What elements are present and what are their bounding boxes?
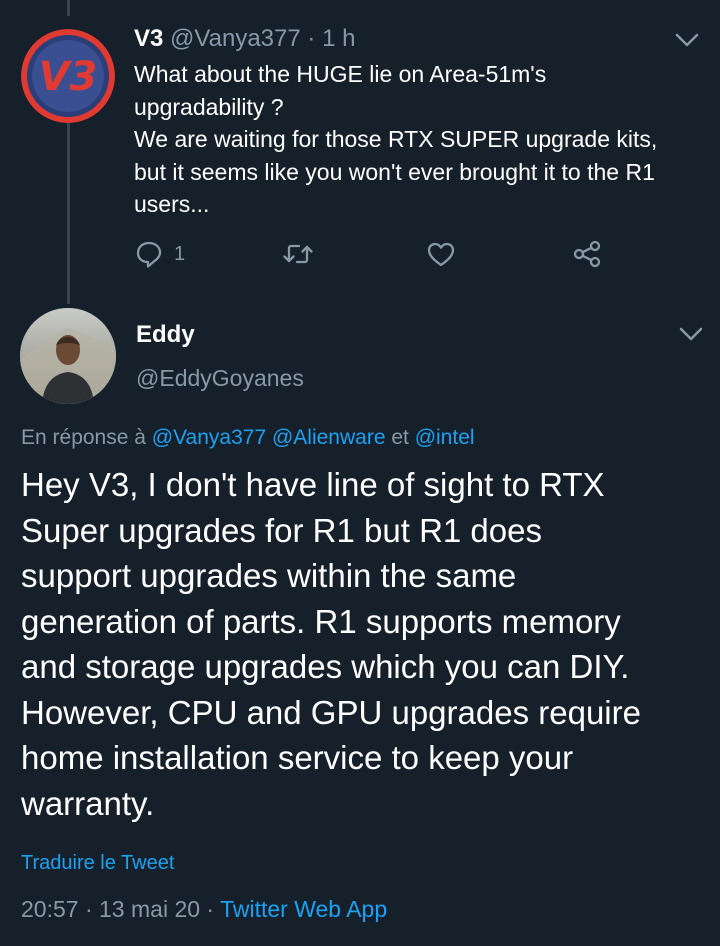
avatar[interactable]: V3 xyxy=(21,29,115,123)
tweet-text-line: warranty. xyxy=(21,784,155,822)
replying-to: En réponse à @Vanya377 @Alienware et @in… xyxy=(21,424,475,452)
tweet-source-link[interactable]: Twitter Web App xyxy=(220,896,387,922)
avatar[interactable] xyxy=(20,308,116,404)
reply-button[interactable]: 1 xyxy=(134,234,185,274)
tweet-text-line: We are waiting for those RTX SUPER upgra… xyxy=(134,126,658,152)
tweet-text-line: home installation service to keep your xyxy=(21,739,574,776)
tweet-menu-button[interactable] xyxy=(674,32,700,48)
tweet-text-line: Super upgrades for R1 but R1 does xyxy=(21,511,542,549)
tweet-text-line: but it seems like you won't ever brought… xyxy=(134,158,655,185)
replying-prefix: En réponse à xyxy=(21,426,146,449)
tweet-text-line: support upgrades within the same xyxy=(21,557,517,594)
tweet-date[interactable]: 13 mai 20 xyxy=(99,896,200,922)
heart-icon xyxy=(427,242,455,267)
profile-photo xyxy=(20,308,116,404)
tweet-header: V3 @Vanya377 · 1 h xyxy=(134,24,355,54)
display-name[interactable]: Eddy xyxy=(136,320,195,350)
conjunction: et xyxy=(391,426,409,449)
tweet-text: Hey V3, I don't have line of sight to RT… xyxy=(21,462,701,826)
tweet-text-line: Hey V3, I don't have line of sight to RT… xyxy=(21,466,605,503)
tweet-time[interactable]: 20:57 xyxy=(21,896,79,922)
tweet-text-line: users... xyxy=(134,191,210,217)
tweet-text-line: and storage upgrades which you can DIY. xyxy=(21,648,630,685)
mention-link[interactable]: @intel xyxy=(415,426,475,449)
like-button[interactable] xyxy=(426,234,456,274)
separator: · xyxy=(206,896,215,922)
tweet-text-line: upgradability ? xyxy=(134,93,284,120)
tweet-text-line: generation of parts. R1 supports memory xyxy=(21,602,621,640)
chevron-down-icon xyxy=(679,327,703,341)
mention-link[interactable]: @Alienware xyxy=(272,426,386,449)
tweet-text-line: However, CPU and GPU upgrades require xyxy=(21,693,641,731)
retweet-icon xyxy=(283,244,313,264)
display-name[interactable]: V3 xyxy=(134,25,163,52)
v3-logo-icon: V3 xyxy=(21,29,115,123)
reply-icon xyxy=(136,241,162,268)
separator: · xyxy=(84,896,93,922)
reply-count: 1 xyxy=(174,242,186,265)
translate-tweet-link[interactable]: Traduire le Tweet xyxy=(21,850,174,876)
timestamp[interactable]: 1 h xyxy=(322,25,355,52)
share-button[interactable] xyxy=(572,234,602,274)
separator: · xyxy=(307,25,316,52)
tweet-meta: 20:57 · 13 mai 20 · Twitter Web App xyxy=(21,893,387,925)
svg-text:V3: V3 xyxy=(39,54,98,100)
tweet-text-line: What about the HUGE lie on Area-51m's xyxy=(134,61,547,87)
tweet-text: What about the HUGE lie on Area-51m's up… xyxy=(134,58,694,221)
tweet-actions: 1 xyxy=(0,234,720,274)
retweet-button[interactable] xyxy=(282,234,314,274)
reply-tweet[interactable]: V3 V3 @Vanya377 · 1 h What about the HUG… xyxy=(0,0,720,300)
mention-link[interactable]: @Vanya377 xyxy=(152,426,266,449)
username[interactable]: @Vanya377 xyxy=(170,25,301,52)
username[interactable]: @EddyGoyanes xyxy=(136,363,304,393)
tweet-menu-button[interactable] xyxy=(678,326,704,342)
share-icon xyxy=(573,240,601,268)
chevron-down-icon xyxy=(675,33,699,47)
